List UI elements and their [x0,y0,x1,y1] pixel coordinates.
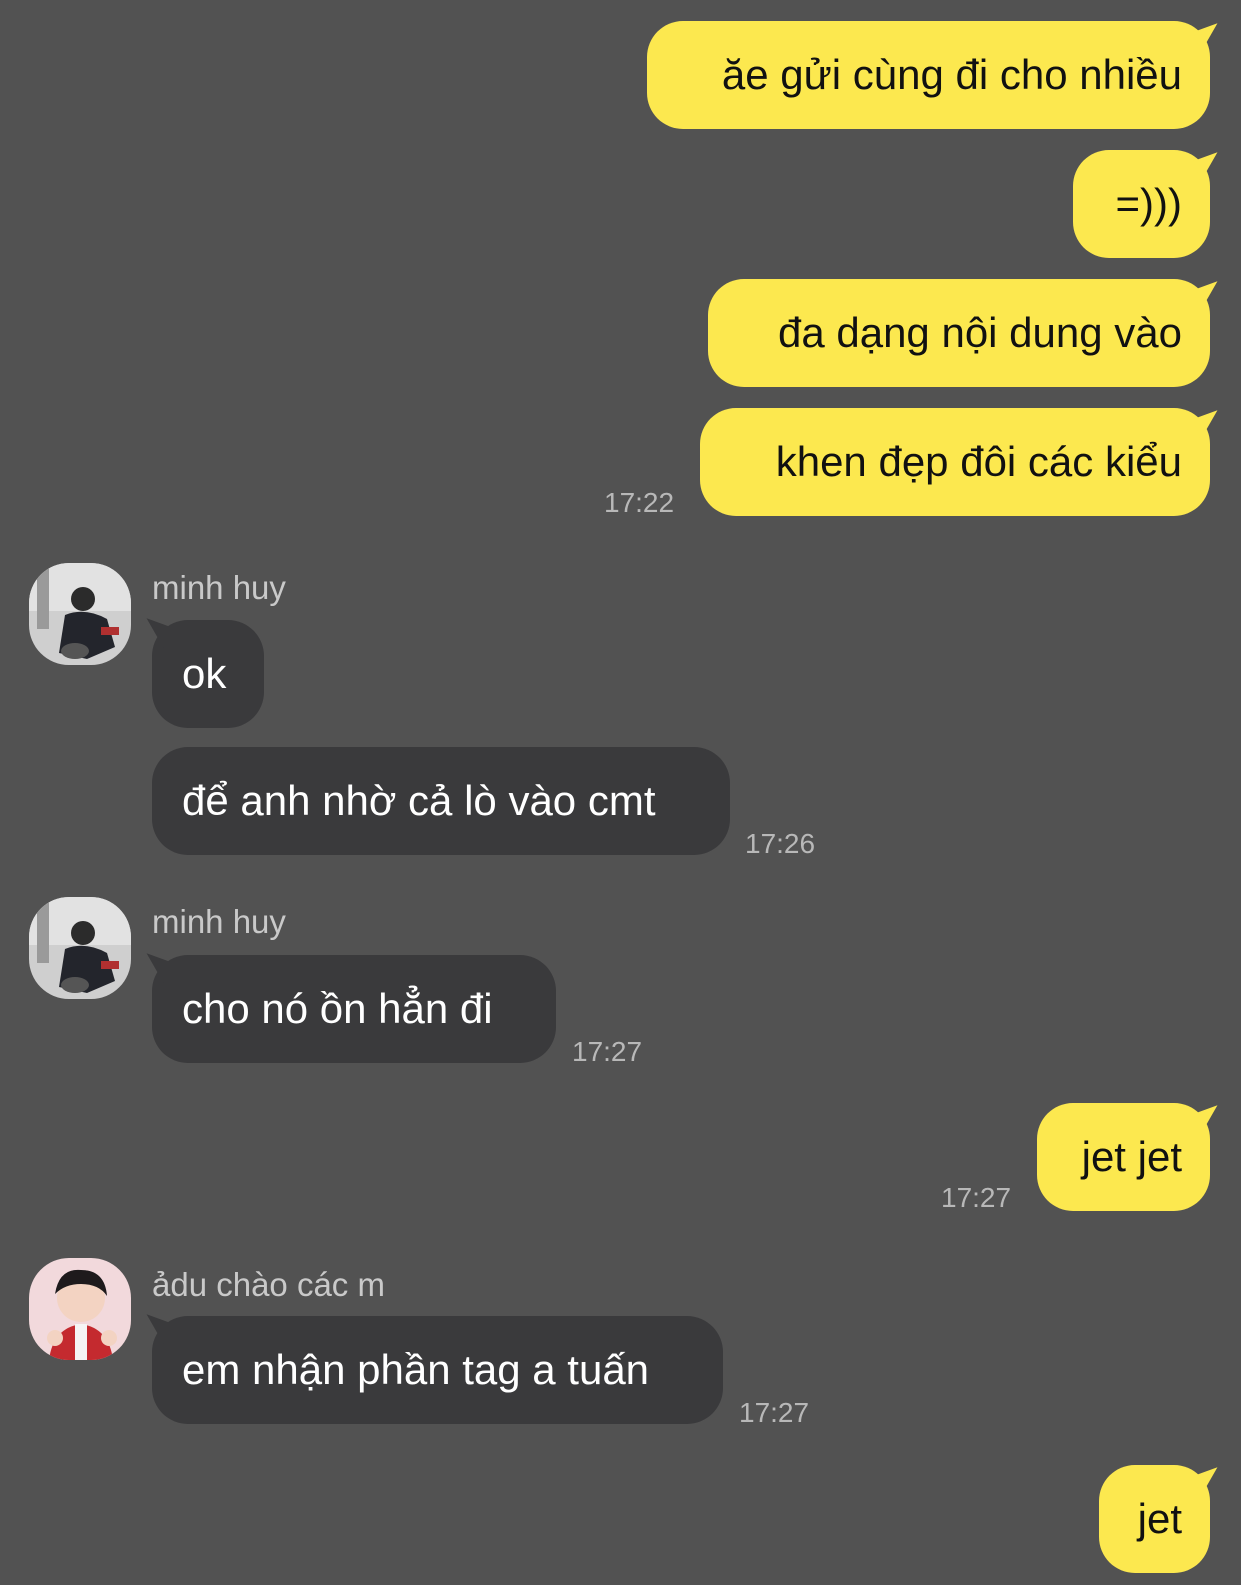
avatar-photo-icon [29,1258,131,1360]
avatar-minh-huy[interactable] [29,897,131,999]
message-text: =))) [1115,180,1183,227]
message-timestamp: 17:27 [572,1036,643,1067]
incoming-message-bubble[interactable]: em nhận phần tag a tuấn [152,1316,723,1424]
sender-name: minh huy [152,903,286,940]
incoming-message-bubble[interactable]: cho nó ồn hẳn đi [152,955,556,1063]
message-timestamp: 17:27 [941,1182,1012,1213]
message-text: ok [182,650,227,697]
avatar-minh-huy[interactable] [29,563,131,665]
avatar-photo-icon [29,563,131,665]
message-timestamp: 17:27 [739,1397,810,1428]
outgoing-message-bubble[interactable]: jet [1099,1465,1210,1573]
incoming-message-bubble[interactable]: ok [152,620,264,728]
sender-name: ảdu chào các m [152,1266,385,1303]
outgoing-message-bubble[interactable]: đa dạng nội dung vào [708,279,1210,387]
message-text: ăe gửi cùng đi cho nhiều [721,51,1182,98]
sender-name: minh huy [152,569,286,606]
message-timestamp: 17:26 [745,828,816,859]
message-text: đa dạng nội dung vào [777,309,1182,356]
message-text: em nhận phần tag a tuấn [182,1346,650,1393]
message-timestamp: 17:22 [604,487,675,518]
message-text: jet [1137,1495,1182,1542]
message-text: jet jet [1081,1133,1182,1180]
message-text: khen đẹp đôi các kiểu [775,438,1182,485]
avatar-photo-icon [29,897,131,999]
chat-message-list[interactable]: ăe gửi cùng đi cho nhiều =))) đa dạng nộ… [0,0,1241,1585]
incoming-message-bubble[interactable]: để anh nhờ cả lò vào cmt [152,747,730,855]
outgoing-message-bubble[interactable]: ăe gửi cùng đi cho nhiều [647,21,1210,129]
message-text: để anh nhờ cả lò vào cmt [182,777,656,824]
outgoing-message-bubble[interactable]: khen đẹp đôi các kiểu [700,408,1210,516]
avatar-adu-chao-cac-m[interactable] [29,1258,131,1360]
message-text: cho nó ồn hẳn đi [182,985,493,1032]
outgoing-message-bubble[interactable]: =))) [1073,150,1210,258]
outgoing-message-bubble[interactable]: jet jet [1037,1103,1210,1211]
